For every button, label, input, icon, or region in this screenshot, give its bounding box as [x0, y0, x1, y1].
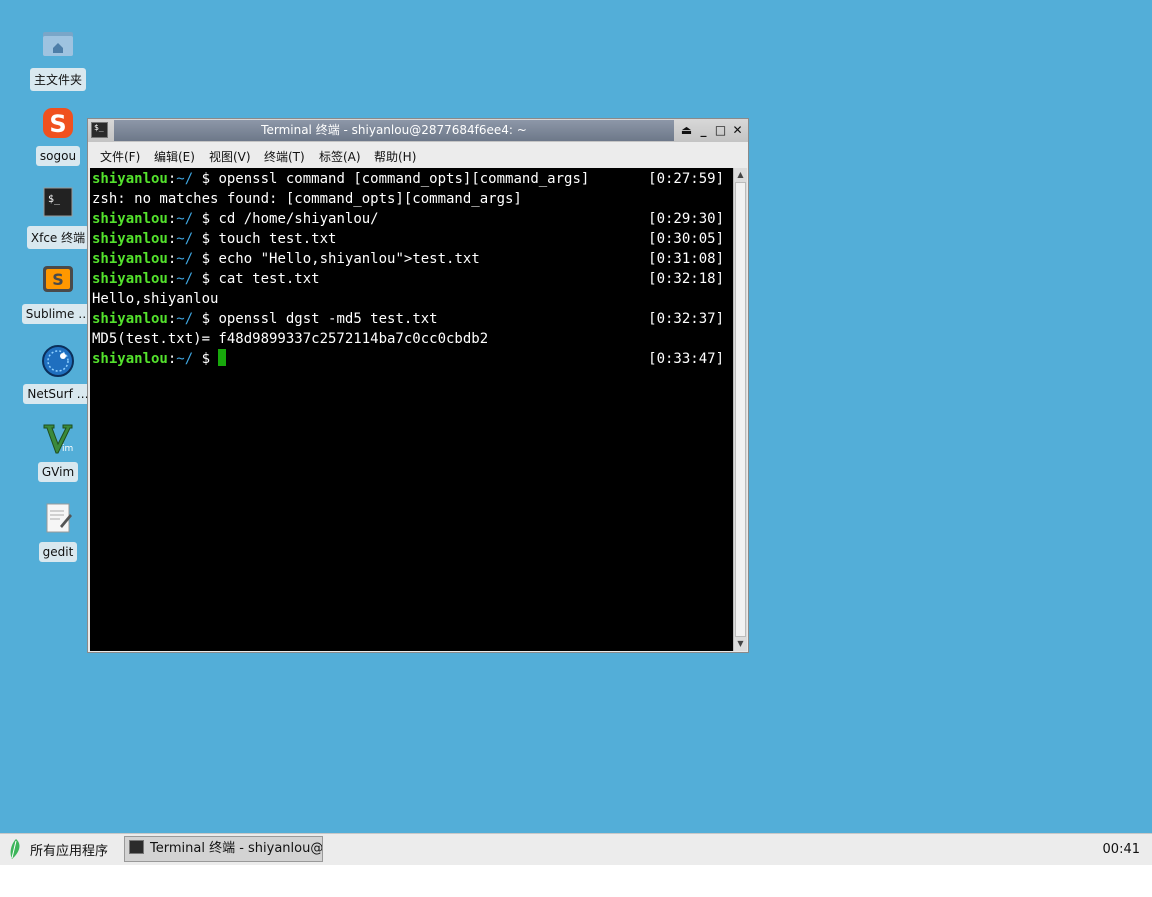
terminal-output-line: Hello,shiyanlou [92, 291, 219, 307]
terminal-command-line: shiyanlou:~/ $ [92, 349, 227, 369]
command-timestamp: [0:29:30] [648, 211, 724, 227]
scrollbar-thumb[interactable] [735, 182, 746, 637]
desktop-icon-netsurf[interactable]: NetSurf … [18, 344, 98, 408]
prompt-path: ~/ [176, 211, 194, 227]
scroll-up-icon[interactable]: ▲ [735, 169, 746, 181]
desktop-icon-sublime[interactable]: S Sublime … [18, 264, 98, 328]
window-title: Terminal 终端 - shiyanlou@2877684f6ee4: ~ [114, 120, 674, 141]
desktop-icon-terminal[interactable]: $_ Xfce 终端 [18, 186, 98, 253]
gvim-icon: im [40, 422, 76, 458]
taskbar-window-label: Terminal 终端 - shiyanlou@… [150, 841, 323, 856]
prompt-symbol: $ [193, 251, 219, 267]
prompt-path: ~/ [176, 311, 194, 327]
terminal-command-line: shiyanlou:~/ $ cat test.txt [92, 269, 320, 289]
prompt-path: ~/ [176, 171, 194, 187]
prompt-symbol: $ [193, 351, 219, 367]
menu-file[interactable]: 文件(F) [100, 148, 140, 165]
leaf-icon [10, 839, 20, 859]
terminal-icon[interactable]: $_ [91, 122, 108, 138]
netsurf-icon [40, 344, 76, 380]
text-cursor [218, 349, 227, 366]
applications-menu-label: 所有应用程序 [30, 844, 109, 859]
terminal-command-line: shiyanlou:~/ $ openssl command [command_… [92, 169, 589, 189]
desktop-icon-home[interactable]: 主文件夹 [18, 28, 98, 95]
terminal-command-line: shiyanlou:~/ $ openssl dgst -md5 test.tx… [92, 309, 438, 329]
prompt-path: ~/ [176, 251, 194, 267]
prompt-symbol: $ [193, 271, 219, 287]
terminal-output[interactable]: [0:27:59] shiyanlou:~/ $ openssl command … [90, 168, 733, 651]
prompt-user: shiyanlou [92, 171, 168, 187]
desktop-icon-sogou[interactable]: S sogou [18, 106, 98, 170]
svg-text:S: S [49, 110, 66, 138]
prompt-user: shiyanlou [92, 351, 168, 367]
prompt-path: ~/ [176, 351, 194, 367]
bottom-strip [0, 865, 1152, 897]
menubar: 文件(F) 编辑(E) 视图(V) 终端(T) 标签(A) 帮助(H) [88, 142, 748, 168]
svg-text:S: S [52, 270, 64, 289]
command-text: touch test.txt [218, 231, 337, 247]
command-timestamp: [0:32:18] [648, 271, 724, 287]
desktop-icon-label: gedit [38, 542, 78, 562]
prompt-path: ~/ [176, 271, 194, 287]
prompt-user: shiyanlou [92, 231, 168, 247]
prompt-user: shiyanlou [92, 311, 168, 327]
prompt-symbol: $ [193, 211, 219, 227]
desktop-icon-gedit[interactable]: gedit [18, 502, 98, 566]
clock: 00:41 [1102, 842, 1140, 857]
minimize-button[interactable]: _ [696, 123, 711, 138]
prompt-user: shiyanlou [92, 251, 168, 267]
terminal-output-line: zsh: no matches found: [command_opts][co… [92, 191, 522, 207]
command-timestamp: [0:27:59] [648, 171, 724, 187]
desktop-icon-label: GVim [37, 462, 79, 482]
desktop-icon-label: sogou [35, 146, 81, 166]
command-text: cat test.txt [218, 271, 320, 287]
command-timestamp: [0:33:47] [648, 351, 724, 367]
gedit-icon [40, 502, 76, 538]
scroll-down-icon[interactable]: ▼ [735, 638, 746, 650]
prompt-symbol: $ [193, 171, 219, 187]
command-timestamp: [0:30:05] [648, 231, 724, 247]
terminal-icon [129, 840, 144, 854]
window-titlebar[interactable]: $_ Terminal 终端 - shiyanlou@2877684f6ee4:… [88, 119, 748, 142]
command-text: openssl dgst -md5 test.txt [218, 311, 438, 327]
desktop-icon-gvim[interactable]: im GVim [18, 422, 98, 486]
prompt-user: shiyanlou [92, 271, 168, 287]
terminal-command-line: shiyanlou:~/ $ echo "Hello,shiyanlou">te… [92, 249, 480, 269]
menu-edit[interactable]: 编辑(E) [154, 148, 195, 165]
close-button[interactable]: ✕ [730, 123, 745, 138]
menu-tabs[interactable]: 标签(A) [319, 148, 361, 165]
command-text: echo "Hello,shiyanlou">test.txt [218, 251, 480, 267]
command-text: cd /home/shiyanlou/ [218, 211, 379, 227]
command-text: openssl command [command_opts][command_a… [218, 171, 590, 187]
terminal-output-line: MD5(test.txt)= f48d9899337c2572114ba7c0c… [92, 331, 489, 347]
desktop-icon-label: Xfce 终端 [26, 226, 90, 249]
scrollbar[interactable]: ▲ ▼ [733, 168, 747, 651]
prompt-path: ~/ [176, 231, 194, 247]
terminal-command-line: shiyanlou:~/ $ touch test.txt [92, 229, 336, 249]
shade-button[interactable]: ⏏ [679, 123, 694, 138]
command-timestamp: [0:32:37] [648, 311, 724, 327]
prompt-symbol: $ [193, 311, 219, 327]
desktop-icon-label: 主文件夹 [29, 68, 86, 91]
terminal-command-line: shiyanlou:~/ $ cd /home/shiyanlou/ [92, 209, 379, 229]
sogou-icon: S [40, 106, 76, 142]
sublime-icon: S [40, 264, 76, 300]
terminal-window[interactable]: $_ Terminal 终端 - shiyanlou@2877684f6ee4:… [87, 118, 749, 653]
menu-terminal[interactable]: 终端(T) [264, 148, 305, 165]
menu-help[interactable]: 帮助(H) [374, 148, 416, 165]
home-folder-icon [40, 28, 76, 64]
svg-text:im: im [62, 444, 73, 454]
applications-menu[interactable]: 所有应用程序 [6, 838, 108, 862]
desktop-icon-label: NetSurf … [23, 384, 93, 404]
svg-text:$_: $_ [48, 194, 61, 205]
maximize-button[interactable]: □ [713, 123, 728, 138]
command-timestamp: [0:31:08] [648, 251, 724, 267]
terminal-icon: $_ [40, 186, 76, 222]
prompt-symbol: $ [193, 231, 219, 247]
taskbar-window-button[interactable]: Terminal 终端 - shiyanlou@… [124, 836, 323, 862]
desktop-icon-label: Sublime … [21, 304, 95, 324]
menu-view[interactable]: 视图(V) [209, 148, 251, 165]
prompt-user: shiyanlou [92, 211, 168, 227]
taskbar: 所有应用程序 Terminal 终端 - shiyanlou@… 00:41 [0, 833, 1152, 897]
